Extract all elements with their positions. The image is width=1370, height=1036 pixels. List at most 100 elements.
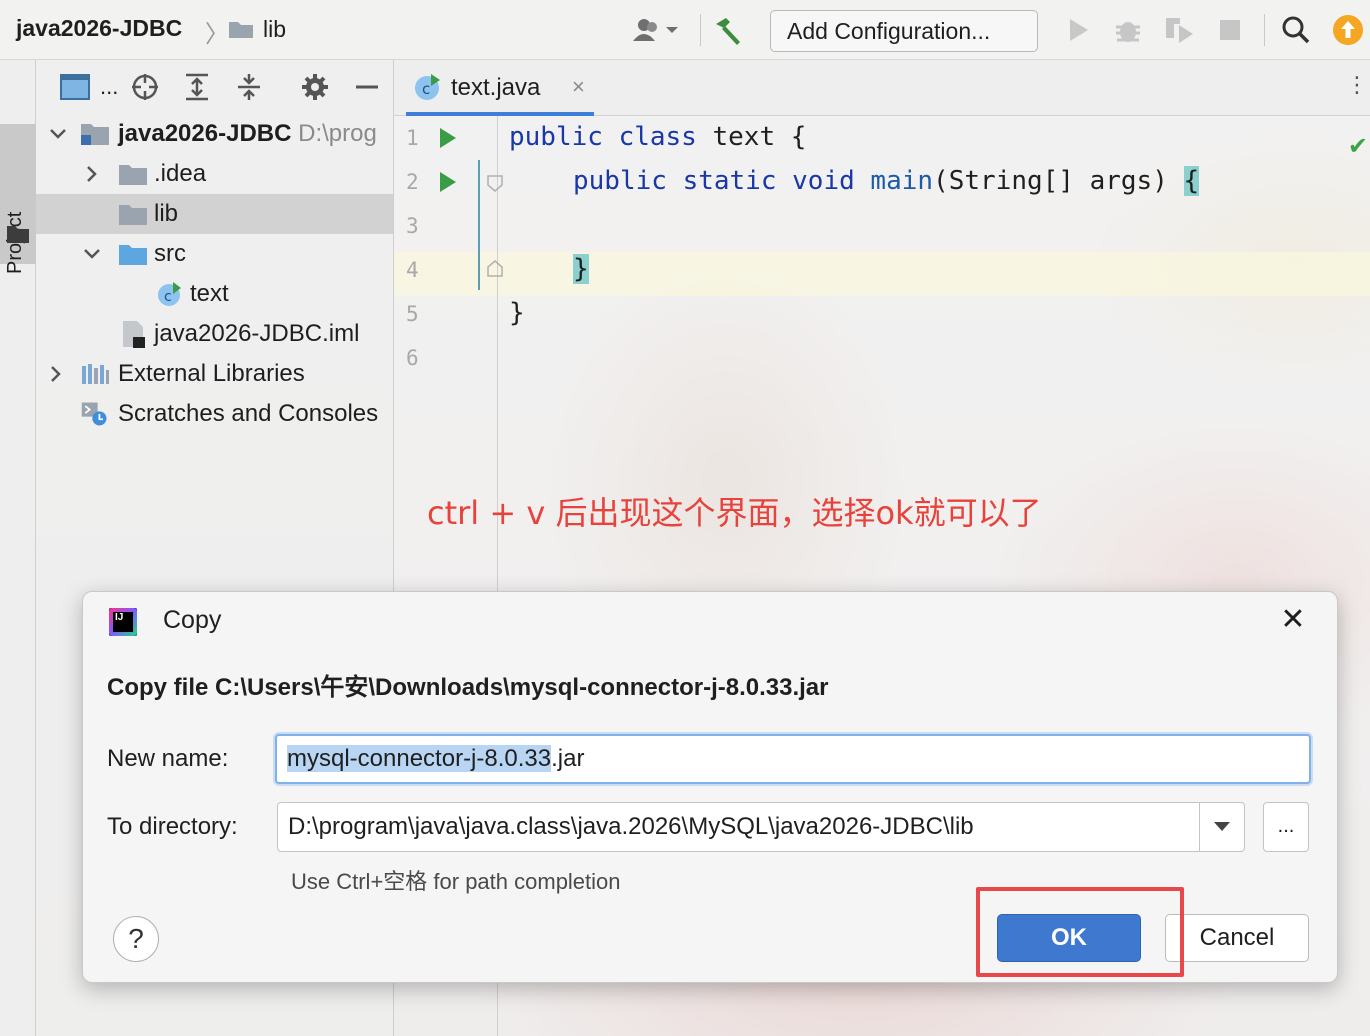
search-icon[interactable] <box>1280 14 1312 46</box>
coverage-icon[interactable] <box>1163 14 1195 46</box>
libraries-icon <box>80 361 110 387</box>
add-configuration-button[interactable]: Add Configuration... <box>770 10 1038 52</box>
svg-text:c: c <box>164 289 172 305</box>
run-gutter-icon[interactable] <box>440 128 456 148</box>
fold-icon[interactable] <box>486 260 504 278</box>
selected-text: mysql-connector-j-8.0.33 <box>287 745 552 772</box>
help-button[interactable]: ? <box>113 916 159 962</box>
unselected-text: .jar <box>551 745 585 772</box>
chevron-down-icon <box>1214 822 1230 831</box>
minimize-icon[interactable] <box>352 72 382 102</box>
tree-item-label: External Libraries <box>118 360 305 387</box>
toolbar-divider <box>1264 14 1265 46</box>
matched-brace: { <box>1183 166 1200 196</box>
stop-icon[interactable] <box>1214 14 1246 46</box>
line-number: 1 <box>406 126 419 150</box>
update-icon[interactable] <box>1332 14 1364 46</box>
line-number: 5 <box>406 302 419 326</box>
to-directory-label: To directory: <box>107 813 238 840</box>
line-number: 3 <box>406 214 419 238</box>
main-toolbar: java2026-JDBC 〉 lib Add Configuration... <box>0 0 1370 60</box>
breadcrumb-separator: 〉 <box>205 21 229 48</box>
module-folder-icon <box>80 121 110 147</box>
project-panel-toolbar: ... <box>36 60 394 116</box>
tree-item-iml[interactable]: java2026-JDBC.iml <box>36 314 394 354</box>
locate-icon[interactable] <box>130 72 160 102</box>
code-line-2[interactable]: public static void main(String[] args) { <box>573 166 1200 196</box>
code-line-1[interactable]: public class text { <box>509 122 806 152</box>
collapse-all-icon[interactable] <box>234 72 264 102</box>
code-keyword: public class <box>509 122 697 152</box>
panel-view-dots[interactable]: ... <box>100 74 118 100</box>
iml-file-icon <box>118 321 148 348</box>
user-icon[interactable] <box>630 14 682 46</box>
fold-icon[interactable] <box>486 174 504 192</box>
to-directory-input[interactable]: D:\program\java\java.class\java.2026\MyS… <box>277 802 1245 852</box>
tree-item-scratches[interactable]: Scratches and Consoles <box>36 394 394 434</box>
directory-dropdown[interactable] <box>1199 803 1244 851</box>
tab-text-java[interactable]: c text.java × <box>406 60 594 116</box>
folder-icon <box>118 161 148 187</box>
code-line-5[interactable]: } <box>509 298 525 328</box>
run-icon[interactable] <box>1062 14 1094 46</box>
tree-item-text[interactable]: c text <box>36 274 394 314</box>
code-text: text { <box>696 122 807 152</box>
gear-icon[interactable] <box>300 72 330 102</box>
new-name-label: New name: <box>107 745 229 772</box>
current-line-highlight <box>394 252 1370 296</box>
breadcrumb-folder[interactable]: lib <box>263 16 286 43</box>
tree-item-path: D:\prog <box>298 120 377 147</box>
tool-window-strip: Project <box>0 60 36 1036</box>
folder-icon <box>7 226 29 243</box>
code-text: } <box>509 298 525 328</box>
chevron-right-icon[interactable] <box>46 364 66 384</box>
chevron-down-icon[interactable] <box>82 244 102 264</box>
close-icon[interactable]: ✕ <box>1275 602 1311 638</box>
source-folder-icon <box>118 241 148 267</box>
expand-all-icon[interactable] <box>182 72 212 102</box>
svg-text:c: c <box>422 80 430 98</box>
tree-item-label: java2026-JDBC <box>118 120 292 147</box>
browse-button[interactable]: ... <box>1263 802 1309 852</box>
editor-tab-bar: c text.java × ⋮ <box>394 60 1370 116</box>
line-number: 4 <box>406 258 419 282</box>
debug-icon[interactable] <box>1112 14 1144 46</box>
tree-item-src[interactable]: src <box>36 234 394 274</box>
tree-item-label: Scratches and Consoles <box>118 400 379 427</box>
more-vertical-icon[interactable]: ⋮ <box>1346 72 1368 98</box>
dialog-heading: Copy file C:\Users\午安\Downloads\mysql-co… <box>107 674 829 701</box>
cancel-button[interactable]: Cancel <box>1165 914 1309 962</box>
toolbar-divider <box>700 14 701 46</box>
line-number: 6 <box>406 346 419 370</box>
code-keyword: public static void <box>573 166 855 196</box>
annotation-text: ctrl + v 后出现这个界面，选择ok就可以了 <box>427 494 1042 532</box>
line-number: 2 <box>406 170 419 194</box>
chevron-down-icon[interactable] <box>48 124 68 144</box>
scope-indicator <box>478 160 480 290</box>
highlight-box <box>976 887 1184 977</box>
dialog-title: Copy <box>163 606 222 634</box>
new-name-input[interactable]: mysql-connector-j-8.0.33.jar <box>275 734 1311 784</box>
intellij-logo-icon: IJ <box>109 608 137 636</box>
java-class-icon: c <box>412 72 442 107</box>
tree-item-idea[interactable]: .idea <box>36 154 394 194</box>
code-method-name: main <box>870 166 934 196</box>
breadcrumb-project[interactable]: java2026-JDBC <box>16 15 182 42</box>
tree-item-external-libraries[interactable]: External Libraries <box>36 354 394 394</box>
hammer-build-icon[interactable] <box>712 14 744 46</box>
tree-item-lib[interactable]: lib <box>36 194 394 234</box>
close-icon[interactable]: × <box>572 74 585 100</box>
project-tool-tab[interactable]: Project <box>0 124 36 274</box>
code-text: (String[] args) <box>933 166 1184 196</box>
folder-icon <box>118 201 148 227</box>
code-line-4[interactable]: } <box>573 254 589 284</box>
tab-label: text.java <box>451 74 541 101</box>
path-completion-hint: Use Ctrl+空格 for path completion <box>291 869 621 894</box>
tree-item-label: lib <box>154 200 179 227</box>
java-class-icon: c <box>154 281 184 307</box>
tree-item-project-root[interactable]: java2026-JDBC D:\prog <box>36 114 394 154</box>
tree-item-label: .idea <box>154 160 207 187</box>
chevron-right-icon[interactable] <box>82 164 102 184</box>
run-gutter-icon[interactable] <box>440 172 456 192</box>
panel-view-icon[interactable] <box>60 72 90 102</box>
